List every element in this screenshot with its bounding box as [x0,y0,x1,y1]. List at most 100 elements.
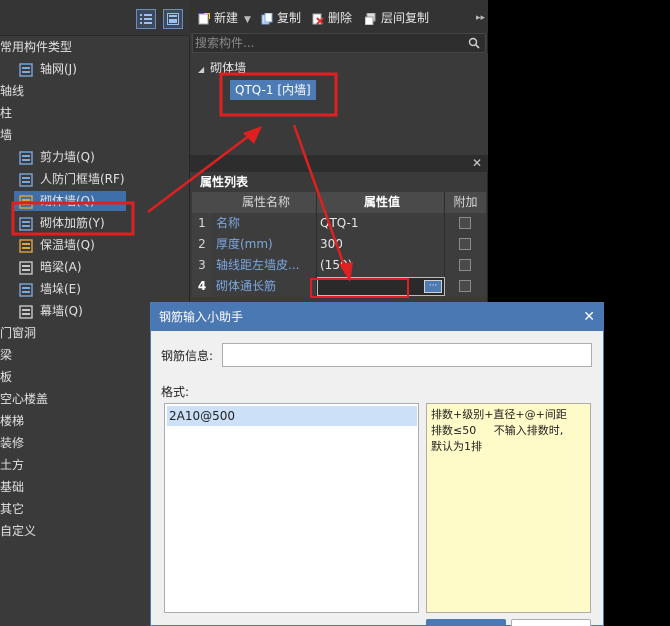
tree-item-label: 梁 [0,348,13,362]
tree-item[interactable]: 墙垛(E) [0,278,190,300]
search-icon[interactable] [468,37,480,49]
property-edit-field[interactable]: ··· [317,277,445,296]
search-input[interactable] [195,34,455,52]
tree-item[interactable]: 轴线 [0,80,190,102]
tree-item-label: 基础 [0,480,25,494]
grid-view-button[interactable] [163,9,183,29]
property-row[interactable]: 1 名称 QTQ-1 [192,213,486,234]
search-box [192,33,486,53]
extra-checkbox[interactable] [459,217,471,229]
tree-toolbar [0,0,190,36]
property-row[interactable]: 4 砌体通长筋 ··· [192,276,486,297]
header-name: 属性名称 [212,192,316,213]
format-list-item[interactable]: 2A10@500 [167,406,417,426]
tree-item-label: 土方 [0,458,25,472]
tree-item[interactable]: 墙 [0,124,190,146]
tree-item-label: 幕墙(Q) [40,304,83,318]
tree-item[interactable]: 常用构件类型 [0,36,190,58]
tree-item[interactable]: 保温墙(Q) [0,234,190,256]
format-list[interactable]: 2A10@500 [164,403,419,613]
component-toolbar: 新建 ▼ 复制 删除 层间复制 ▸▸ [190,0,488,33]
tree-item-label: 砌体加筋(Y) [40,216,105,230]
component-type-icon [19,194,33,209]
copy-icon [261,12,273,24]
tree-item-label: 人防门框墙(RF) [40,172,125,186]
tree-item-label: 板 [0,370,13,384]
tree-item-label: 楼梯 [0,414,25,428]
new-icon [198,12,210,24]
property-extra [444,213,486,234]
header-num [192,192,212,213]
property-num: 4 [192,276,212,297]
cancel-button[interactable] [511,619,591,626]
new-button[interactable]: 新建 ▼ [198,9,251,27]
tree-item-label: 剪力墙(Q) [40,150,95,164]
collapse-triangle-icon[interactable]: ◢ [198,65,204,74]
component-type-icon [19,216,33,231]
help-line-1: 排数+级别+直径+@+间距 [431,408,567,421]
tree-item[interactable]: 暗梁(A) [0,256,190,278]
property-num: 1 [192,213,212,234]
property-row[interactable]: 2 厚度(mm) 300 [192,234,486,255]
floor-copy-icon [365,12,376,25]
more-options-button[interactable]: ··· [424,280,442,293]
tree-item[interactable]: 柱 [0,102,190,124]
type-group-label: 砌体墙 [210,61,247,75]
type-group[interactable]: ◢ 砌体墙 [198,59,246,77]
properties-header-row: 属性名称 属性值 附加 [192,192,486,213]
tree-item-label: 轴线 [0,84,25,98]
dialog-title-text: 钢筋输入小助手 [159,310,244,324]
help-line-2: 排数≤50 不输入排数时, [431,424,564,437]
property-name: 厚度(mm) [212,234,316,255]
property-value[interactable]: (150) [316,255,444,276]
property-extra [444,234,486,255]
dialog-close-icon[interactable]: ✕ [583,303,595,331]
ok-button[interactable] [426,619,506,626]
component-type-icon [19,260,33,275]
tree-item[interactable]: 砌体墙(Q) [0,190,190,212]
dialog-title: 钢筋输入小助手 ✕ [151,303,603,331]
tree-item-label: 其它 [0,502,25,516]
list-view-button[interactable] [136,9,156,29]
property-extra [444,255,486,276]
tree-item-label: 暗梁(A) [40,260,82,274]
floor-copy-label: 层间复制 [381,11,430,25]
help-line-3: 默认为1排 [431,440,482,453]
tree-item[interactable]: 剪力墙(Q) [0,146,190,168]
component-type-icon [19,172,33,187]
property-name: 轴线距左墙皮... [212,255,316,276]
floor-copy-button[interactable]: 层间复制 [365,9,429,27]
header-extra: 附加 [444,192,486,213]
component-type-icon [19,62,33,77]
property-num: 2 [192,234,212,255]
property-value[interactable]: QTQ-1 [316,213,444,234]
delete-button[interactable]: 删除 [312,9,352,27]
tree-item-label: 常用构件类型 [0,40,73,54]
property-value[interactable]: 300 [316,234,444,255]
format-label: 格式: [161,385,190,399]
toolbar-overflow-icon[interactable]: ▸▸ [476,9,485,27]
property-row[interactable]: 3 轴线距左墙皮... (150) [192,255,486,276]
component-item-qtq1[interactable]: QTQ-1 [内墙] [230,80,316,100]
delete-label: 删除 [328,11,353,25]
new-dropdown-icon[interactable]: ▼ [244,15,251,25]
tree-item-label: 保温墙(Q) [40,238,95,252]
property-name: 名称 [212,213,316,234]
rebar-info-label: 钢筋信息: [161,349,214,363]
tree-item[interactable]: 轴网(J) [0,58,190,80]
component-type-icon [19,282,33,297]
rebar-info-input[interactable] [222,343,592,367]
extra-checkbox[interactable] [459,259,471,271]
window-icon [167,13,179,25]
rebar-input-dialog: 钢筋输入小助手 ✕ 钢筋信息: 格式: 2A10@500 排数+级别+直径+@+… [150,302,604,626]
extra-checkbox[interactable] [459,238,471,250]
tree-item[interactable]: 砌体加筋(Y) [0,212,190,234]
tree-item[interactable]: 人防门框墙(RF) [0,168,190,190]
copy-button[interactable]: 复制 [261,9,301,27]
properties-divider: ✕ [190,155,488,172]
extra-checkbox[interactable] [459,280,471,292]
delete-icon [312,13,324,25]
component-type-tree: ◢ 砌体墙 [190,53,488,155]
component-type-icon [19,238,33,253]
close-icon[interactable]: ✕ [472,156,482,170]
